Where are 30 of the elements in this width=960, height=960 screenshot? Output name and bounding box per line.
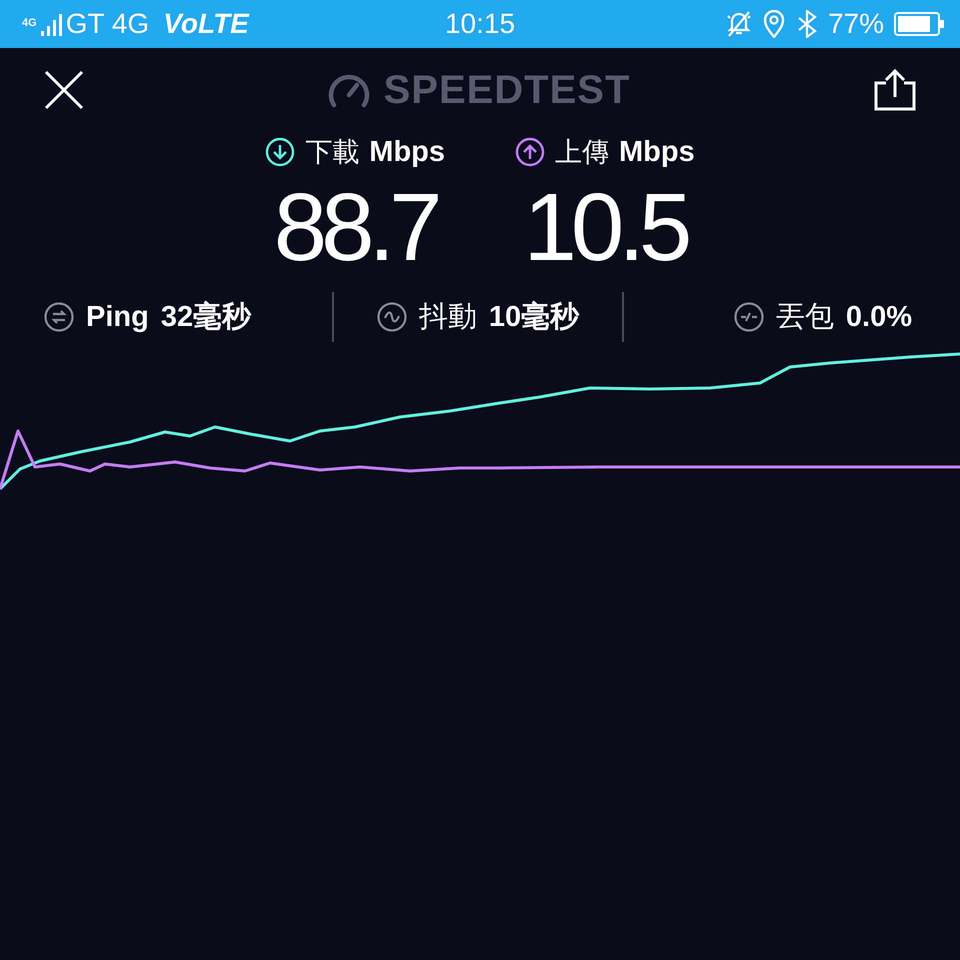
stat-label: Ping (86, 300, 149, 334)
stat-value: 10毫秒 (488, 300, 580, 335)
stat-label: 丟包 (776, 300, 834, 335)
clock-time: 10:15 (444, 8, 516, 39)
stat-value: 32毫秒 (160, 300, 252, 335)
battery-icon (894, 12, 944, 36)
stat-label: 抖動 (418, 300, 477, 335)
network-type-label: 4G (22, 17, 37, 29)
packet-loss-icon (734, 302, 764, 332)
location-icon (762, 10, 786, 38)
share-icon (874, 69, 916, 111)
speed-value: 10.5 (523, 180, 686, 276)
volte-label: VoLTE (163, 8, 249, 40)
bluetooth-icon (796, 10, 818, 38)
close-button[interactable] (44, 70, 84, 110)
speed-label: 下載 (305, 136, 360, 170)
unit-label: Mbps (619, 136, 695, 168)
close-icon (44, 70, 84, 110)
carrier-name: GT 4G (66, 8, 150, 40)
signal-icon (40, 12, 62, 36)
battery-percent: 77% (828, 8, 884, 40)
stat-value: 0.0% (846, 300, 912, 334)
wave-icon (376, 302, 407, 332)
share-button[interactable] (874, 69, 916, 111)
app-title: SPEEDTEST (384, 68, 630, 112)
unit-label: Mbps (369, 136, 445, 168)
speed-label: 上傳 (555, 136, 609, 170)
speed-value: 88.7 (274, 180, 437, 276)
muted-bell-icon (726, 10, 752, 38)
ping-icon (44, 302, 74, 332)
